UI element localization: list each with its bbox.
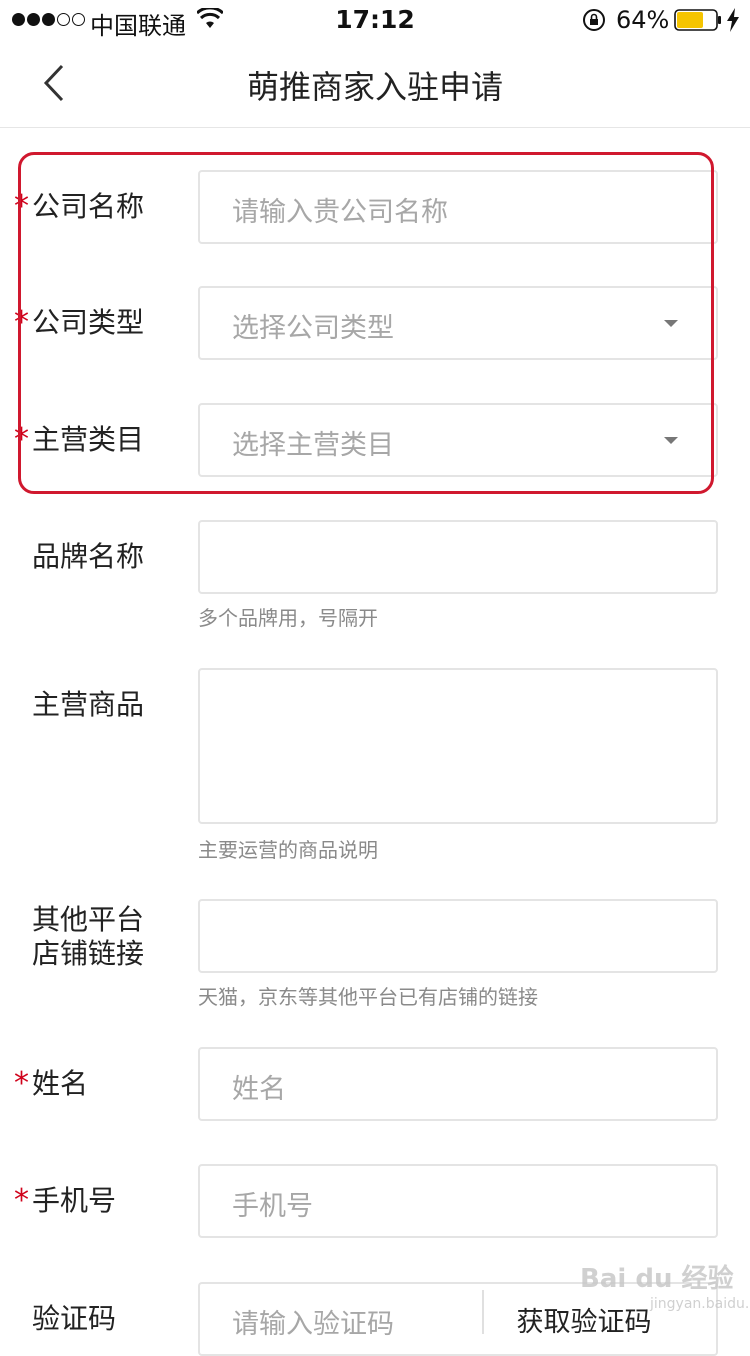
- main-products-label: 主营商品: [32, 688, 145, 721]
- company-name-placeholder: 请输入贵公司名称: [232, 197, 448, 228]
- name-input[interactable]: 姓名: [198, 1047, 718, 1121]
- battery-percentage: 64%: [616, 6, 670, 34]
- company-type-select[interactable]: 选择公司类型: [198, 286, 718, 360]
- main-category-select[interactable]: 选择主营类目: [198, 403, 718, 477]
- other-store-link-input[interactable]: [198, 899, 718, 973]
- phone-input[interactable]: 手机号: [198, 1164, 718, 1238]
- brand-name-input[interactable]: [198, 520, 718, 594]
- other-store-link-label-line2: 店铺链接: [32, 937, 145, 970]
- code-divider: [482, 1290, 484, 1334]
- required-asterisk: *: [14, 189, 29, 224]
- verify-code-label: 验证码: [32, 1302, 117, 1335]
- verify-code-input[interactable]: 请输入验证码: [198, 1282, 482, 1356]
- charging-icon: [727, 8, 739, 32]
- company-name-label: 公司名称: [32, 190, 145, 223]
- brand-name-label: 品牌名称: [32, 540, 145, 573]
- phone-placeholder: 手机号: [232, 1191, 313, 1222]
- company-name-input[interactable]: 请输入贵公司名称: [198, 170, 718, 244]
- required-asterisk: *: [14, 422, 29, 457]
- company-type-placeholder: 选择公司类型: [232, 313, 394, 344]
- watermark-url: jingyan.baidu.com: [650, 1296, 750, 1312]
- name-placeholder: 姓名: [232, 1074, 286, 1105]
- dropdown-caret-icon: [664, 437, 678, 444]
- required-asterisk: *: [14, 1066, 29, 1101]
- main-products-hint: 主要运营的商品说明: [198, 838, 378, 862]
- company-type-label: 公司类型: [32, 306, 145, 339]
- verify-code-placeholder: 请输入验证码: [232, 1309, 394, 1340]
- required-asterisk: *: [14, 305, 29, 340]
- watermark-logo: Bai du 经验: [580, 1264, 734, 1294]
- battery-icon: [674, 9, 721, 31]
- phone-label: 手机号: [32, 1184, 117, 1217]
- nav-bar: 萌推商家入驻申请: [0, 40, 750, 128]
- rotation-lock-icon: [583, 9, 605, 31]
- other-store-link-hint: 天猫，京东等其他平台已有店铺的链接: [198, 985, 538, 1009]
- other-store-link-label-line1: 其他平台: [32, 903, 145, 936]
- brand-name-hint: 多个品牌用，号隔开: [198, 606, 378, 630]
- name-label: 姓名: [32, 1067, 89, 1100]
- status-bar: 中国联通 17:12 64%: [0, 0, 750, 40]
- page-title: 萌推商家入驻申请: [246, 68, 503, 106]
- main-category-label: 主营类目: [32, 423, 145, 456]
- main-category-placeholder: 选择主营类目: [232, 430, 394, 461]
- main-products-textarea[interactable]: [198, 668, 718, 824]
- required-asterisk: *: [14, 1183, 29, 1218]
- dropdown-caret-icon: [664, 320, 678, 327]
